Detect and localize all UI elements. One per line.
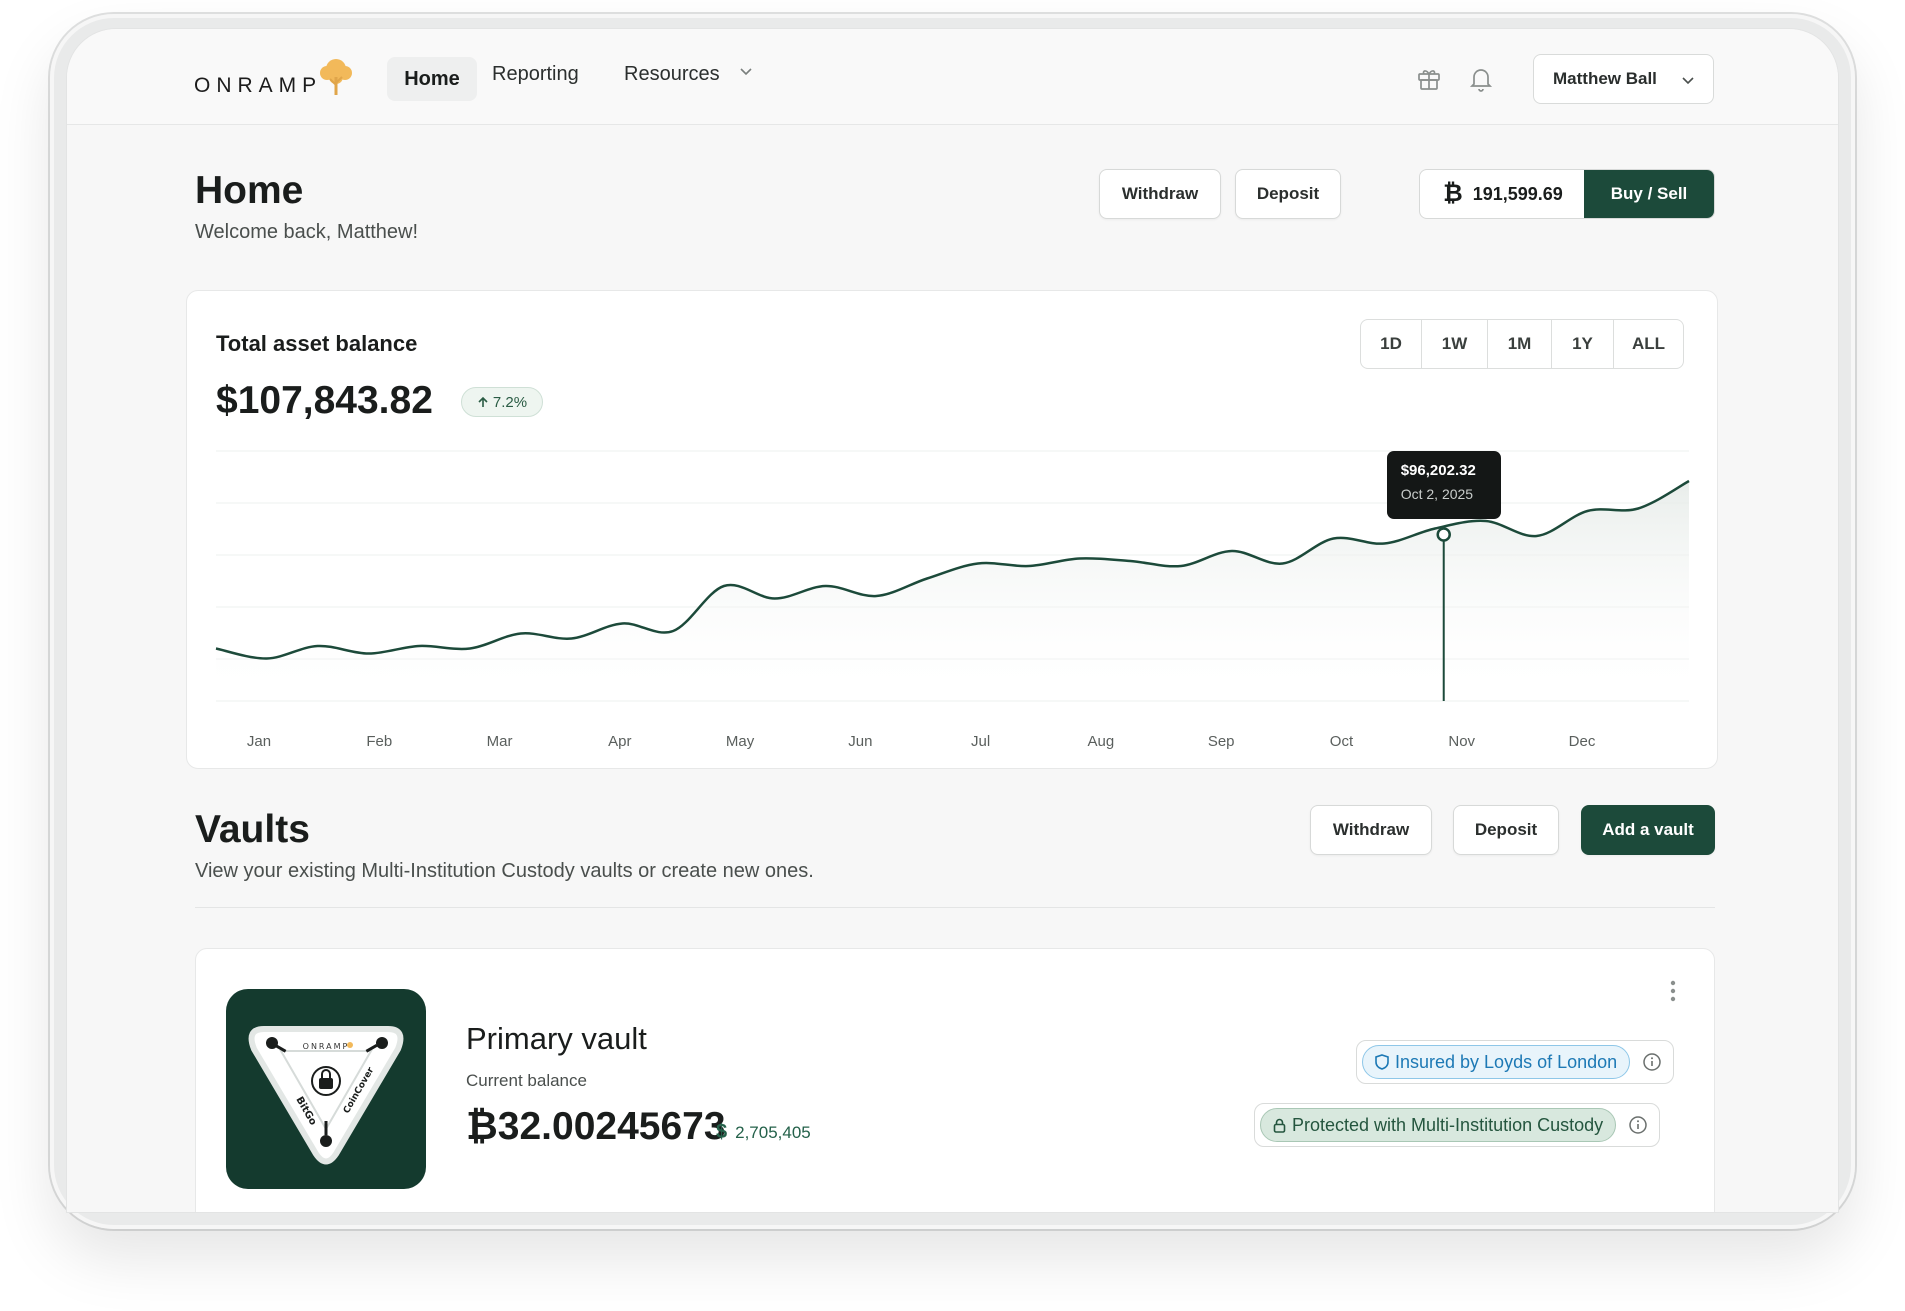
tooltip-value: $96,202.32 bbox=[1400, 461, 1476, 479]
insured-text: Insured by Loyds of London bbox=[1395, 1051, 1618, 1072]
divider bbox=[195, 907, 1715, 908]
x-tick-label: Feb bbox=[366, 733, 392, 750]
current-balance-label: Current balance bbox=[466, 1071, 587, 1090]
deposit-button[interactable]: Deposit bbox=[1235, 169, 1341, 219]
add-vault-button[interactable]: Add a vault bbox=[1581, 805, 1715, 855]
highlight-point[interactable] bbox=[1436, 527, 1451, 542]
insured-badge: Insured by Loyds of London bbox=[1362, 1045, 1631, 1079]
protected-badge: Protected with Multi-Institution Custody bbox=[1260, 1108, 1617, 1142]
insured-badge-group: Insured by Loyds of London bbox=[1356, 1040, 1675, 1084]
btc-price-value: 191,599.69 bbox=[1472, 183, 1563, 204]
bell-icon[interactable] bbox=[1469, 65, 1493, 93]
info-icon[interactable] bbox=[1628, 1115, 1648, 1135]
chart-tooltip: $96,202.32 Oct 2, 2025 bbox=[1386, 450, 1501, 519]
balance-chart[interactable]: Jan Feb Mar Apr May Jun Jul Aug Sep Oct Nov Dec bbox=[187, 291, 1719, 770]
vault-withdraw-button[interactable]: Withdraw bbox=[1310, 805, 1432, 855]
vault-triangle-icon: ONRAMP BitGo CoinCover bbox=[248, 1026, 404, 1165]
x-tick-label: May bbox=[726, 733, 755, 750]
x-tick-label: Jul bbox=[971, 733, 990, 750]
lock-icon bbox=[1273, 1118, 1286, 1133]
buy-sell-button[interactable]: Buy / Sell bbox=[1584, 170, 1714, 218]
nav-resources[interactable]: Resources bbox=[624, 63, 720, 86]
x-tick-label: Sep bbox=[1208, 733, 1235, 750]
x-tick-label: Dec bbox=[1569, 733, 1596, 750]
top-nav: ONRAMP Home Reporting Resources Matthew … bbox=[67, 29, 1838, 125]
x-tick-label: Oct bbox=[1330, 733, 1354, 750]
nav-reporting[interactable]: Reporting bbox=[492, 63, 579, 86]
tooltip-date: Oct 2, 2025 bbox=[1400, 485, 1474, 502]
x-tick-label: Aug bbox=[1088, 733, 1115, 750]
x-tick-label: Apr bbox=[608, 733, 631, 750]
vault-usd-balance: $ 2,705,405 bbox=[716, 1121, 811, 1144]
x-tick-label: Nov bbox=[1448, 733, 1475, 750]
protected-badge-group: Protected with Multi-Institution Custody bbox=[1254, 1103, 1661, 1147]
withdraw-button[interactable]: Withdraw bbox=[1099, 169, 1221, 219]
app-screen: ONRAMP Home Reporting Resources Matthew … bbox=[66, 28, 1839, 1213]
info-icon[interactable] bbox=[1642, 1052, 1662, 1072]
vault-logo: ONRAMP BitGo CoinCover bbox=[226, 989, 426, 1189]
user-menu-button[interactable]: Matthew Ball bbox=[1533, 54, 1714, 104]
btc-price-group: ₿ 191,599.69 Buy / Sell bbox=[1419, 169, 1715, 219]
vault-logo-text: ONRAMP bbox=[303, 1042, 350, 1051]
gift-icon[interactable] bbox=[1416, 66, 1442, 92]
more-options-icon[interactable] bbox=[1669, 979, 1677, 1003]
bitcoin-icon: ₿ bbox=[1443, 180, 1463, 207]
onramp-logo[interactable]: ONRAMP bbox=[194, 57, 358, 101]
logo-text: ONRAMP bbox=[194, 74, 323, 97]
vault-card[interactable]: ONRAMP BitGo CoinCover Primary vault Cur… bbox=[195, 948, 1715, 1212]
welcome-text: Welcome back, Matthew! bbox=[195, 221, 419, 243]
vault-name: Primary vault bbox=[466, 1021, 647, 1056]
vaults-subtitle: View your existing Multi-Institution Cus… bbox=[195, 860, 814, 882]
user-name: Matthew Ball bbox=[1553, 69, 1657, 88]
btc-price[interactable]: ₿ 191,599.69 bbox=[1420, 170, 1586, 218]
protected-text: Protected with Multi-Institution Custody bbox=[1292, 1114, 1604, 1135]
vault-deposit-button[interactable]: Deposit bbox=[1453, 805, 1559, 855]
chevron-down-icon[interactable] bbox=[739, 64, 753, 78]
vault-btc-balance: ₿32.00245673 bbox=[466, 1105, 726, 1148]
x-tick-label: Jun bbox=[848, 733, 872, 750]
dollar-icon: $ bbox=[716, 1121, 728, 1143]
tree-icon bbox=[320, 59, 353, 95]
shield-icon bbox=[1375, 1054, 1389, 1070]
x-tick-label: Mar bbox=[487, 733, 513, 750]
chevron-down-icon bbox=[1682, 77, 1694, 85]
asset-balance-card: Total asset balance $107,843.82 7.2% 1D … bbox=[186, 290, 1718, 769]
nav-home[interactable]: Home bbox=[387, 57, 477, 101]
usd-value: 2,705,405 bbox=[735, 1122, 811, 1142]
x-tick-label: Jan bbox=[247, 733, 271, 750]
page-title: Home bbox=[195, 169, 304, 212]
vaults-title: Vaults bbox=[195, 808, 310, 851]
